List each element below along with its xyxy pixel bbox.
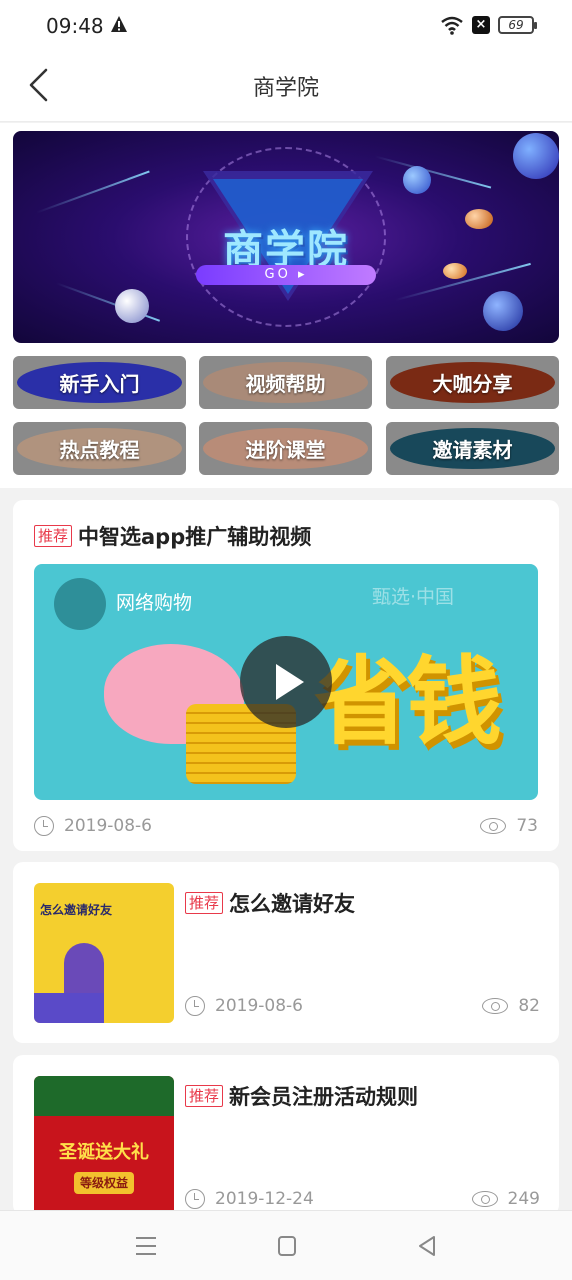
recommend-tag: 推荐 [34, 525, 73, 547]
category-beginner[interactable]: 新手入门 [13, 356, 186, 409]
channel-logo [54, 578, 106, 630]
eye-icon [482, 998, 509, 1014]
play-icon[interactable] [240, 636, 332, 728]
article-thumbnail: 圣诞送大礼 等级权益 [34, 1076, 174, 1215]
article-views: 73 [480, 816, 538, 836]
category-expert-share[interactable]: 大咖分享 [386, 356, 559, 409]
video-watermark: 甄选·中国 [372, 586, 455, 608]
eye-icon [471, 1191, 498, 1207]
category-hot-tutorials[interactable]: 热点教程 [13, 422, 186, 475]
recommend-tag: 推荐 [185, 892, 224, 914]
clock-icon [185, 1189, 205, 1209]
back-icon[interactable] [412, 1231, 442, 1261]
clock-icon [34, 816, 54, 836]
video-player[interactable]: 网络购物 甄选·中国 省钱 [34, 564, 538, 800]
menu-icon[interactable] [131, 1231, 161, 1261]
category-video-help[interactable]: 视频帮助 [199, 356, 372, 409]
article-views: 249 [471, 1189, 540, 1209]
category-label: 邀请素材 [432, 438, 513, 462]
nav-bar: 商学院 [0, 50, 572, 122]
sim-error-icon: × [472, 16, 490, 34]
video-big-text: 省钱 [314, 646, 502, 758]
status-bar: 09:48 × 69 [0, 0, 572, 50]
category-label: 新手入门 [59, 372, 140, 396]
eye-icon [480, 818, 507, 834]
wifi-icon [441, 16, 463, 35]
category-invite-materials[interactable]: 邀请素材 [386, 422, 559, 475]
article-thumbnail: 怎么邀请好友 [34, 883, 174, 1023]
article-date: 2019-08-6 [185, 996, 303, 1016]
article-card[interactable]: 怎么邀请好友 推荐 怎么邀请好友 2019-08-6 82 [13, 862, 559, 1043]
warning-icon [111, 16, 127, 32]
video-channel: 网络购物 [116, 592, 193, 614]
article-date: 2019-12-24 [185, 1189, 314, 1209]
category-advanced-class[interactable]: 进阶课堂 [199, 422, 372, 475]
article-title: 怎么邀请好友 [229, 892, 356, 916]
thumbnail-text: 圣诞送大礼 [59, 1142, 149, 1163]
battery-indicator: 69 [498, 16, 537, 34]
thumbnail-text: 怎么邀请好友 [40, 903, 113, 917]
article-card[interactable]: 推荐 中智选app推广辅助视频 网络购物 甄选·中国 省钱 2019-08-6 7… [13, 500, 559, 851]
category-label: 进阶课堂 [245, 438, 326, 462]
article-title: 新会员注册活动规则 [229, 1085, 419, 1109]
home-icon[interactable] [272, 1231, 302, 1261]
page-title: 商学院 [252, 76, 319, 101]
system-nav-bar [0, 1210, 572, 1280]
recommend-tag: 推荐 [185, 1085, 224, 1107]
article-title: 中智选app推广辅助视频 [78, 525, 312, 549]
top-section: 商学院 GO ▸ 新手入门 视频帮助 大咖分享 热点教程 进阶课堂 邀请素材 [0, 123, 572, 488]
thumbnail-subtext: 等级权益 [74, 1172, 134, 1194]
category-label: 大咖分享 [432, 372, 513, 396]
article-date: 2019-08-6 [34, 816, 152, 836]
category-label: 视频帮助 [245, 372, 326, 396]
article-card[interactable]: 圣诞送大礼 等级权益 推荐 新会员注册活动规则 2019-12-24 249 [13, 1055, 559, 1215]
clock-icon [185, 996, 205, 1016]
banner-go-button[interactable]: GO ▸ [196, 265, 376, 285]
banner[interactable]: 商学院 GO ▸ [13, 131, 559, 343]
status-time: 09:48 [46, 14, 104, 38]
category-label: 热点教程 [59, 438, 140, 462]
article-views: 82 [482, 996, 540, 1016]
